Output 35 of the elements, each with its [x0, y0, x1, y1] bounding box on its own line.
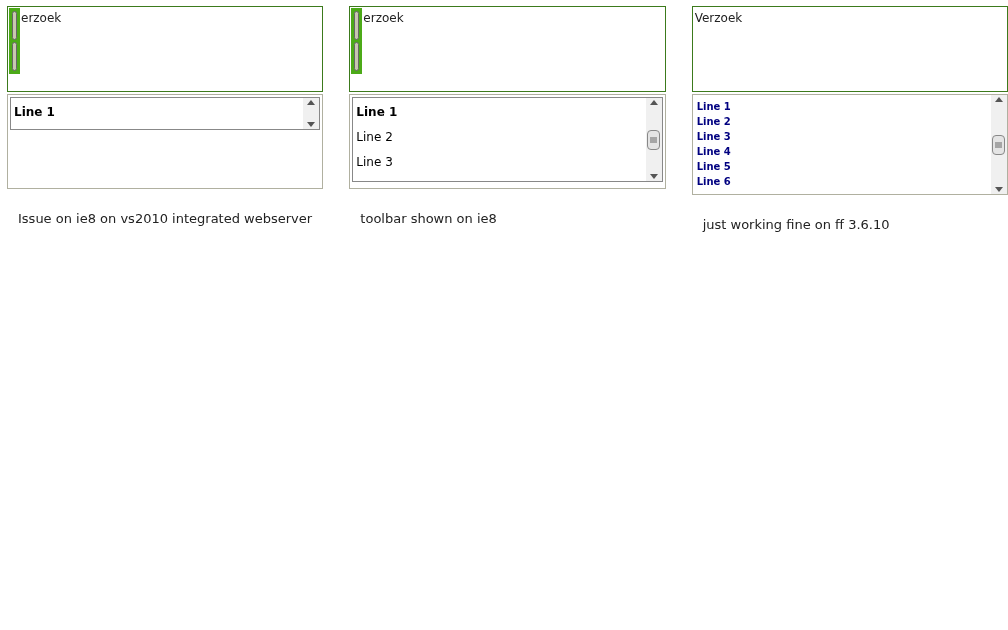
list-item[interactable]: Line 2: [356, 125, 646, 150]
scroll-down-icon[interactable]: [995, 187, 1003, 192]
list-box[interactable]: Line 1: [10, 97, 321, 130]
scrollbar[interactable]: [991, 95, 1007, 194]
list-item[interactable]: Line 3: [696, 129, 991, 144]
list-item[interactable]: Line 1: [356, 100, 646, 125]
scroll-down-icon[interactable]: [649, 174, 658, 179]
toolbar-strip[interactable]: [351, 8, 363, 74]
caption: just working fine on ff 3.6.10: [701, 216, 891, 234]
editor-text: Verzoek: [693, 10, 744, 27]
list-item[interactable]: Line 1: [14, 100, 304, 125]
scroll-up-icon[interactable]: [649, 100, 658, 105]
list-item[interactable]: Line 3: [356, 150, 646, 175]
caption: toolbar shown on ie8: [359, 210, 498, 228]
scroll-down-icon[interactable]: [307, 122, 316, 127]
toolbar-strip[interactable]: [9, 8, 20, 74]
editor-box[interactable]: erzoek: [7, 6, 324, 92]
editor-text: erzoek: [362, 10, 405, 27]
scroll-thumb[interactable]: [992, 134, 1006, 155]
list-item[interactable]: Line 1: [696, 99, 991, 114]
scrollbar[interactable]: [303, 98, 320, 129]
list-box[interactable]: Line 1 Line 2 Line 3: [352, 97, 663, 182]
scroll-up-icon[interactable]: [995, 97, 1003, 102]
scrollbar[interactable]: [645, 98, 662, 181]
editor-text: erzoek: [20, 10, 63, 27]
list-item[interactable]: Line 4: [696, 144, 991, 159]
editor-box[interactable]: erzoek: [349, 6, 666, 92]
list-item[interactable]: Line 6: [696, 174, 991, 189]
list-box[interactable]: Line 1 Line 2 Line 3 Line 4 Line 5 Line 6: [691, 94, 1008, 195]
list-item[interactable]: Line 5: [696, 159, 991, 174]
scroll-thumb[interactable]: [647, 129, 661, 150]
list-item[interactable]: Line 2: [696, 114, 991, 129]
editor-box[interactable]: Verzoek: [691, 6, 1008, 92]
caption: Issue on ie8 on vs2010 integrated webserver: [17, 210, 314, 228]
scroll-up-icon[interactable]: [307, 100, 316, 105]
